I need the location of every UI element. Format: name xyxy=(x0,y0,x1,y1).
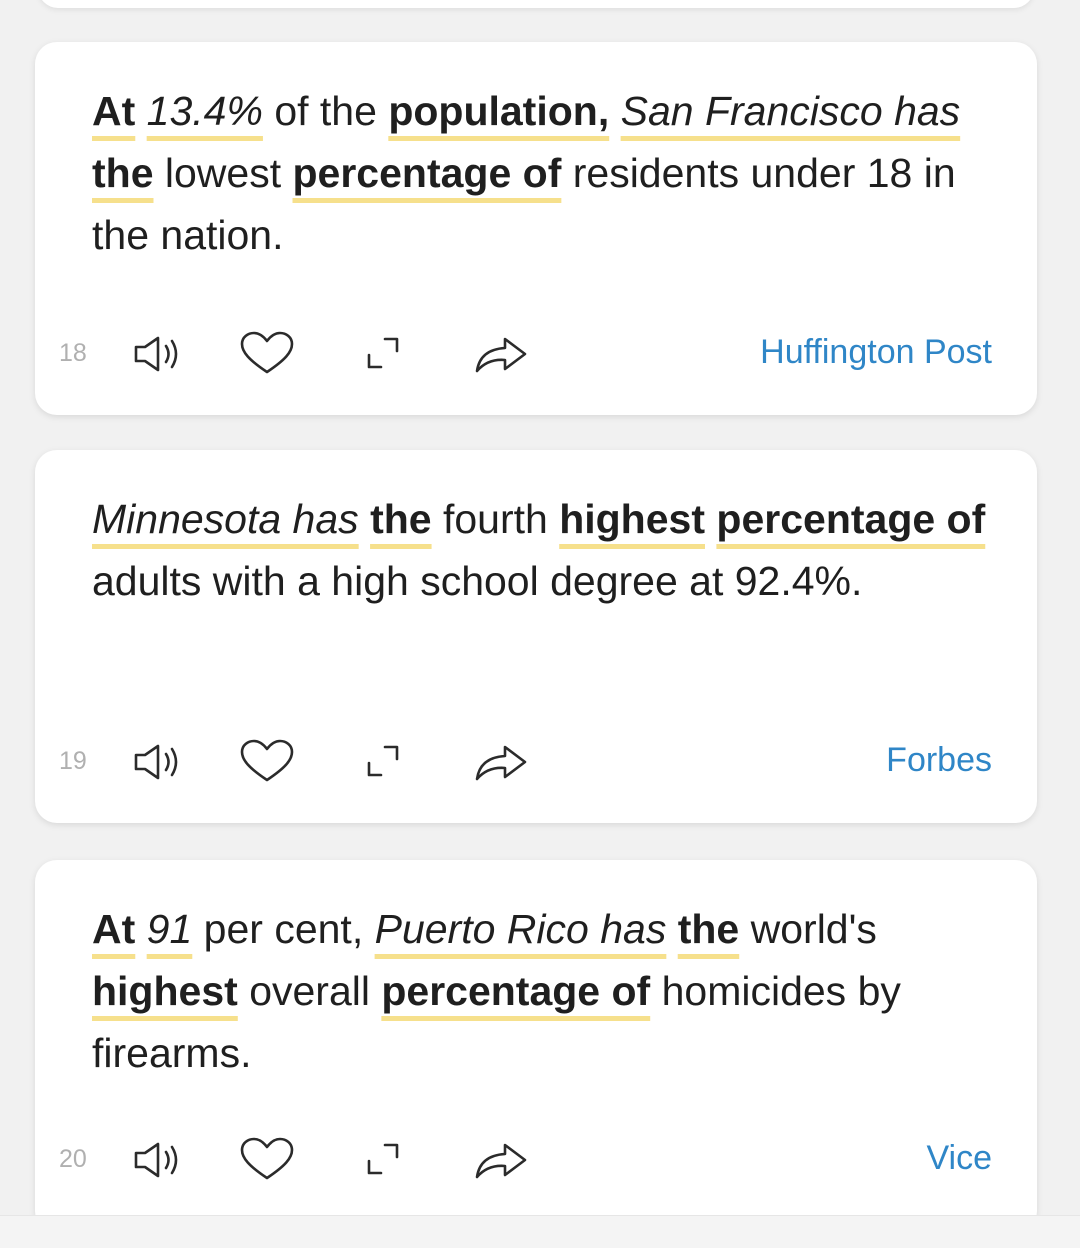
fact-segment: Minnesota has xyxy=(92,496,359,542)
fact-segment: fourth xyxy=(431,496,560,542)
fact-segment xyxy=(135,88,146,134)
fact-text: At 91 per cent, Puerto Rico has the worl… xyxy=(92,898,992,1084)
source-link[interactable]: Huffington Post xyxy=(760,333,992,372)
fact-segment: lowest xyxy=(153,150,293,196)
fact-segment: the xyxy=(92,150,154,196)
fact-segment xyxy=(359,496,370,542)
fact-segment xyxy=(135,906,146,952)
heart-icon[interactable] xyxy=(237,331,297,377)
fact-segment: percentage of xyxy=(716,496,986,542)
fact-card: At 91 per cent, Puerto Rico has the worl… xyxy=(35,860,1037,1233)
fact-segment: population, xyxy=(388,88,610,134)
fact-segment: 13.4% xyxy=(146,88,263,134)
fact-number: 19 xyxy=(59,747,87,775)
share-icon[interactable] xyxy=(471,331,531,377)
fact-segment: the xyxy=(370,496,432,542)
expand-icon[interactable] xyxy=(353,739,413,785)
fact-card: At 13.4% of the population, San Francisc… xyxy=(35,42,1037,415)
fact-segment: the xyxy=(677,906,740,952)
fact-number: 20 xyxy=(59,1145,87,1173)
fact-segment: highest xyxy=(92,968,238,1014)
fact-segment: 91 xyxy=(146,906,193,952)
fact-number: 18 xyxy=(59,339,87,367)
card-actions: 20 Vice xyxy=(35,1137,1037,1183)
heart-icon[interactable] xyxy=(237,739,297,785)
source-link[interactable]: Vice xyxy=(926,1139,992,1178)
fact-segment xyxy=(705,496,716,542)
speaker-icon[interactable] xyxy=(130,739,190,785)
expand-icon[interactable] xyxy=(353,331,413,377)
fact-text: Minnesota has the fourth highest percent… xyxy=(92,488,992,612)
card-actions: 18 Huffington Post xyxy=(35,331,1037,377)
fact-segment: world's xyxy=(739,906,889,952)
fact-segment: At xyxy=(92,906,136,952)
speaker-icon[interactable] xyxy=(130,331,190,377)
fact-segment: At xyxy=(92,88,136,134)
previous-card-edge xyxy=(38,0,1034,8)
card-actions: 19 Forbes xyxy=(35,739,1037,785)
speaker-icon[interactable] xyxy=(130,1137,190,1183)
fact-segment: per cent, xyxy=(192,906,375,952)
fact-segment: highest xyxy=(559,496,705,542)
fact-segment: San Francisco has xyxy=(620,88,961,134)
fact-text: At 13.4% of the population, San Francisc… xyxy=(92,80,992,266)
share-icon[interactable] xyxy=(471,739,531,785)
share-icon[interactable] xyxy=(471,1137,531,1183)
fact-segment xyxy=(609,88,620,134)
fact-segment: Puerto Rico has xyxy=(374,906,667,952)
fact-card: Minnesota has the fourth highest percent… xyxy=(35,450,1037,823)
fact-segment: percentage of xyxy=(292,150,562,196)
source-link[interactable]: Forbes xyxy=(886,741,992,780)
fact-segment: of the xyxy=(262,88,389,134)
fact-segment xyxy=(666,906,677,952)
fact-segment: overall xyxy=(237,968,382,1014)
fact-segment xyxy=(960,88,971,134)
expand-icon[interactable] xyxy=(353,1137,413,1183)
fact-segment: percentage of xyxy=(381,968,651,1014)
bottom-edge xyxy=(0,1215,1080,1248)
heart-icon[interactable] xyxy=(237,1137,297,1183)
